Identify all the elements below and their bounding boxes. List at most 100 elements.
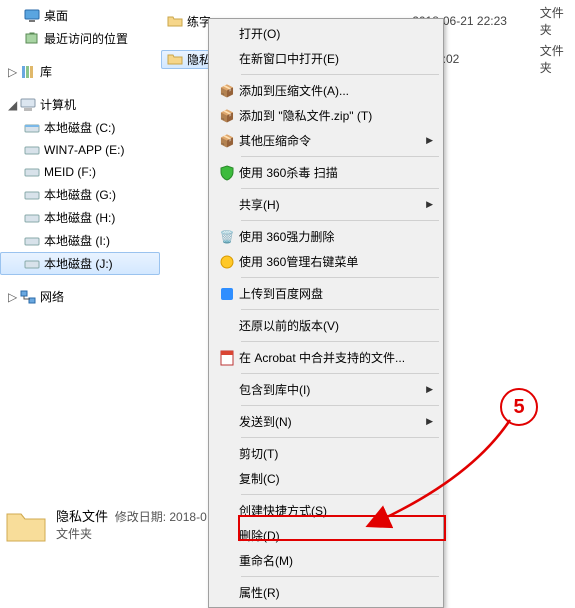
annotation-step-number: 5 <box>500 388 538 426</box>
cm-properties[interactable]: 属性(R) <box>211 580 441 605</box>
network-icon <box>20 289 36 305</box>
drive-icon <box>24 256 40 272</box>
drive-icon <box>24 142 40 158</box>
cm-baidu-upload[interactable]: 上传到百度网盘 <box>211 281 441 306</box>
tree-drive-c[interactable]: 本地磁盘 (C:) <box>0 116 160 139</box>
cm-label: 属性(R) <box>239 584 433 601</box>
cm-label: 打开(O) <box>239 25 433 42</box>
tree-network[interactable]: ▷ 网络 <box>0 285 160 308</box>
cm-label: 添加到 "隐私文件.zip" (T) <box>239 107 433 124</box>
drive-icon <box>24 233 40 249</box>
tree-label: 本地磁盘 (C:) <box>44 119 115 136</box>
separator <box>241 277 439 278</box>
cm-label: 添加到压缩文件(A)... <box>239 82 433 99</box>
separator <box>241 309 439 310</box>
cm-copy[interactable]: 复制(C) <box>211 466 441 491</box>
cm-360-context-menu[interactable]: 使用 360管理右键菜单 <box>211 249 441 274</box>
folder-icon <box>4 502 48 546</box>
cm-label: 在 Acrobat 中合并支持的文件... <box>239 349 433 366</box>
tree-label: 本地磁盘 (G:) <box>44 186 116 203</box>
archive-icon: 📦 <box>215 109 239 123</box>
separator <box>241 74 439 75</box>
tree-label: MEID (F:) <box>44 165 96 179</box>
drive-icon <box>24 120 40 136</box>
cm-send-to[interactable]: 发送到(N)▶ <box>211 409 441 434</box>
cm-label: 剪切(T) <box>239 445 433 462</box>
tree-label: 本地磁盘 (I:) <box>44 232 110 249</box>
computer-icon <box>20 97 36 113</box>
cm-360-force-delete[interactable]: 🗑️使用 360强力删除 <box>211 224 441 249</box>
tree-drive-e[interactable]: WIN7-APP (E:) <box>0 139 160 161</box>
tree-label: 网络 <box>40 288 64 305</box>
cm-label: 复制(C) <box>239 470 433 487</box>
folder-icon <box>167 51 183 67</box>
chevron-right-icon: ▶ <box>426 135 433 146</box>
libraries-icon <box>20 64 36 80</box>
chevron-right-icon: ▶ <box>426 416 433 427</box>
cm-add-zip[interactable]: 📦添加到 "隐私文件.zip" (T) <box>211 103 441 128</box>
cm-add-archive[interactable]: 📦添加到压缩文件(A)... <box>211 78 441 103</box>
separator <box>241 405 439 406</box>
cm-label: 使用 360强力删除 <box>239 228 433 245</box>
cm-open-new-window[interactable]: 在新窗口中打开(E) <box>211 46 441 71</box>
file-type: 文件夹 <box>540 42 575 76</box>
separator <box>241 373 439 374</box>
annotation-highlight-box <box>238 515 446 541</box>
file-type: 文件夹 <box>540 4 575 38</box>
cm-label: 使用 360管理右键菜单 <box>239 253 433 270</box>
tree-drive-i[interactable]: 本地磁盘 (I:) <box>0 229 160 252</box>
chevron-right-icon: ▷ <box>8 290 18 304</box>
tree-recent[interactable]: 最近访问的位置 <box>0 27 160 50</box>
archive-icon: 📦 <box>215 84 239 98</box>
tree-label: 计算机 <box>40 96 76 113</box>
drive-icon <box>24 187 40 203</box>
details-pane: 隐私文件 修改日期: 2018-0 文件夹 <box>4 502 207 546</box>
tree-label: WIN7-APP (E:) <box>44 143 124 157</box>
recent-icon <box>24 31 40 47</box>
archive-icon: 📦 <box>215 134 239 148</box>
sidebar: 桌面 最近访问的位置 ▷ 库 ◢ 计算机 本地磁盘 (C:) <box>0 0 161 550</box>
tree-libraries[interactable]: ▷ 库 <box>0 60 160 83</box>
cm-share[interactable]: 共享(H)▶ <box>211 192 441 217</box>
cm-rename[interactable]: 重命名(M) <box>211 548 441 573</box>
separator <box>241 341 439 342</box>
separator <box>241 437 439 438</box>
chevron-right-icon: ▶ <box>426 199 433 210</box>
details-mod-value: 2018-0 <box>169 510 206 524</box>
drive-icon <box>24 210 40 226</box>
tree-drive-f[interactable]: MEID (F:) <box>0 161 160 183</box>
cm-open[interactable]: 打开(O) <box>211 21 441 46</box>
separator <box>241 188 439 189</box>
details-mod-label: 修改日期: <box>115 510 166 524</box>
cm-include-library[interactable]: 包含到库中(I)▶ <box>211 377 441 402</box>
tree-label: 本地磁盘 (H:) <box>44 209 115 226</box>
folder-icon <box>167 13 183 29</box>
shield-icon <box>215 165 239 181</box>
chevron-down-icon: ◢ <box>8 98 18 112</box>
cm-label: 在新窗口中打开(E) <box>239 50 433 67</box>
tree-label: 最近访问的位置 <box>44 30 128 47</box>
cm-label: 重命名(M) <box>239 552 433 569</box>
tree-label: 库 <box>40 63 52 80</box>
trash-icon: 🗑️ <box>215 230 239 244</box>
cm-acrobat-combine[interactable]: 在 Acrobat 中合并支持的文件... <box>211 345 441 370</box>
tree-desktop[interactable]: 桌面 <box>0 4 160 27</box>
cm-label: 使用 360杀毒 扫描 <box>239 164 433 181</box>
chevron-right-icon: ▶ <box>426 384 433 395</box>
tree-label: 桌面 <box>44 7 68 24</box>
cm-restore-previous[interactable]: 还原以前的版本(V) <box>211 313 441 338</box>
desktop-icon <box>24 8 40 24</box>
tree-drive-g[interactable]: 本地磁盘 (G:) <box>0 183 160 206</box>
cm-other-zip[interactable]: 📦其他压缩命令▶ <box>211 128 441 153</box>
cloud-icon <box>215 286 239 302</box>
cm-360-scan[interactable]: 使用 360杀毒 扫描 <box>211 160 441 185</box>
separator <box>241 156 439 157</box>
cm-cut[interactable]: 剪切(T) <box>211 441 441 466</box>
tree-drive-h[interactable]: 本地磁盘 (H:) <box>0 206 160 229</box>
details-name: 隐私文件 <box>56 509 108 524</box>
cm-label: 上传到百度网盘 <box>239 285 433 302</box>
cm-label: 发送到(N) <box>239 413 426 430</box>
tree-drive-j[interactable]: 本地磁盘 (J:) <box>0 252 160 275</box>
tree-computer[interactable]: ◢ 计算机 <box>0 93 160 116</box>
cm-label: 共享(H) <box>239 196 426 213</box>
